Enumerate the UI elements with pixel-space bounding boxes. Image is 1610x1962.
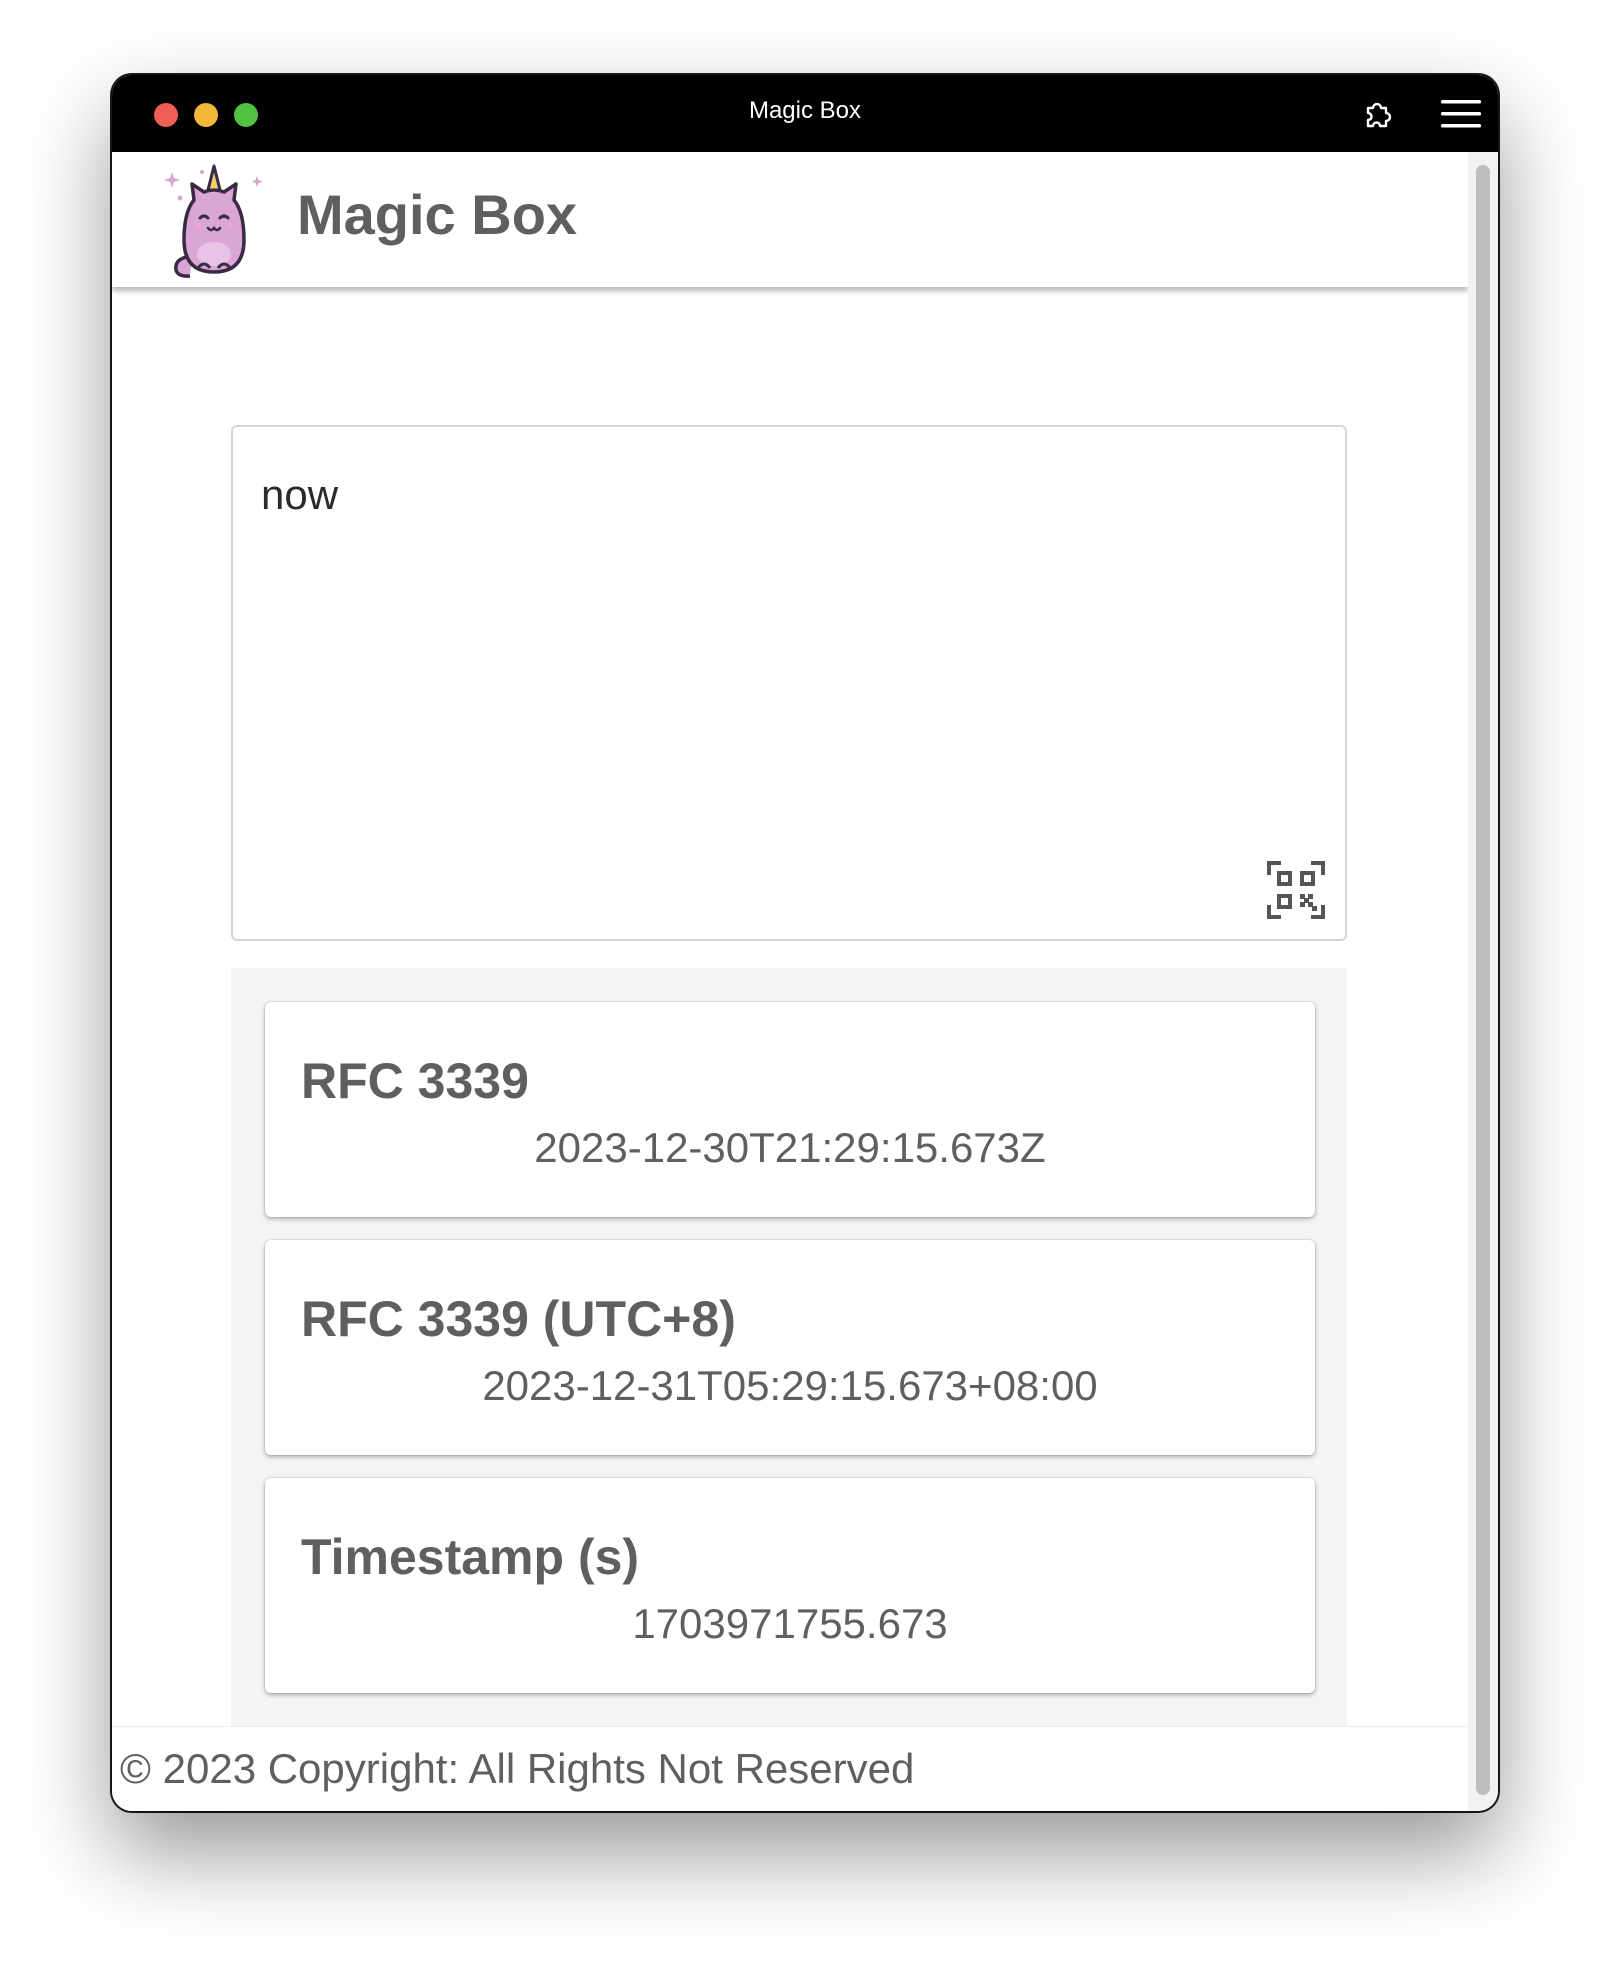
copyright-text: © 2023 Copyright: All Rights Not Reserve… [120,1745,915,1792]
hamburger-menu-icon[interactable] [1440,97,1482,131]
result-card-title: RFC 3339 [301,1053,529,1109]
query-input[interactable]: now [231,425,1347,941]
unicorn-cat-logo [164,160,264,278]
result-card-value[interactable]: 1703971755.673 [265,1600,1315,1648]
result-card-rfc3339-utc8[interactable]: RFC 3339 (UTC+8) 2023-12-31T05:29:15.673… [265,1240,1315,1455]
window-title: Magic Box [748,97,862,124]
brand-title: Magic Box [297,183,578,246]
result-card-title: RFC 3339 (UTC+8) [301,1291,736,1347]
result-card-value[interactable]: 2023-12-31T05:29:15.673+08:00 [265,1362,1315,1410]
results-panel: RFC 3339 2023-12-30T21:29:15.673Z RFC 33… [231,968,1347,1726]
result-card-timestamp[interactable]: Timestamp (s) 1703971755.673 [265,1478,1315,1693]
result-card-title: Timestamp (s) [301,1529,640,1585]
scrollbar-thumb[interactable] [1476,165,1490,1795]
result-card-rfc3339[interactable]: RFC 3339 2023-12-30T21:29:15.673Z [265,1002,1315,1217]
title-bar[interactable]: Magic Box [112,75,1498,152]
page-footer: © 2023 Copyright: All Rights Not Reserve… [112,1726,1468,1811]
qr-code-scan-icon[interactable] [1267,861,1325,919]
app-window: Magic Box Magic Box now RFC 3339 2023-12… [112,75,1498,1811]
result-card-value[interactable]: 2023-12-30T21:29:15.673Z [265,1124,1315,1172]
app-header: Magic Box [112,152,1468,287]
puzzle-icon[interactable] [1362,97,1396,131]
query-input-value[interactable]: now [261,471,338,519]
